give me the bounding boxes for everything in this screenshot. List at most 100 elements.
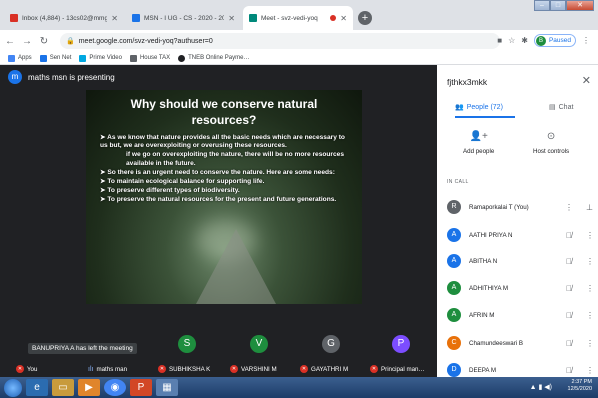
- media-player-icon[interactable]: ▶: [78, 379, 100, 396]
- bookmark-label: Prime Video: [89, 55, 122, 61]
- tab-gmail[interactable]: Inbox (4,884) - 13cs02@mmgm… ✕: [4, 6, 124, 30]
- network-icon[interactable]: ▲ ▮ ◀): [530, 384, 552, 391]
- browser-toolbar: ← → ↻ 🔒 meet.google.com/svz-vedi-yoq?aut…: [0, 30, 598, 52]
- ie-icon[interactable]: e: [26, 379, 48, 396]
- participant-name: GAYATHRI M: [311, 365, 349, 373]
- bookmark-sen-net[interactable]: Sen Net: [39, 54, 71, 62]
- file-explorer-icon[interactable]: ▭: [52, 379, 74, 396]
- participant-tile[interactable]: G: [322, 335, 340, 353]
- address-bar[interactable]: 🔒 meet.google.com/svz-vedi-yoq?authuser=…: [60, 33, 500, 49]
- close-icon[interactable]: ✕: [340, 14, 347, 23]
- meet-icon: [249, 14, 257, 22]
- menu-icon[interactable]: ⋮: [582, 36, 590, 45]
- name-label-you: ✕ You: [16, 365, 37, 373]
- bookmark-prime-video[interactable]: Prime Video: [79, 54, 122, 62]
- in-call-heading: IN CALL: [447, 179, 469, 185]
- extensions-icon[interactable]: ✱: [521, 36, 528, 45]
- mic-off-icon[interactable]: 🎙̸: [562, 366, 576, 375]
- window-close-button[interactable]: ✕: [566, 0, 594, 11]
- name-label-principal: ✕ Principal man…: [370, 365, 425, 373]
- forward-icon[interactable]: →: [20, 36, 34, 47]
- tab-chat[interactable]: ▤ Chat: [549, 103, 573, 112]
- tab-msn[interactable]: MSN - I UG - CS - 2020 - 2023 ✕: [126, 6, 241, 30]
- clock[interactable]: 2:37 PM 12/5/2020: [568, 379, 592, 393]
- mic-off-icon: ✕: [230, 365, 238, 373]
- back-icon[interactable]: ←: [3, 36, 17, 47]
- mic-off-icon[interactable]: ⋮: [562, 203, 576, 212]
- avatar: C: [447, 336, 461, 350]
- participant-name-bar: ✕ You ılı maths man ✕ SUBHIKSHA K ✕ VARS…: [0, 361, 437, 377]
- slide-bullet: ➤ To maintain ecological balance for sup…: [100, 178, 265, 186]
- mic-off-icon[interactable]: 🎙̸: [562, 231, 576, 240]
- mic-off-icon[interactable]: 🎙̸: [562, 311, 576, 320]
- participant-row[interactable]: D DEEPA M 🎙̸ ⋮: [447, 362, 594, 378]
- slide-background-road: [196, 229, 276, 304]
- more-options-icon[interactable]: ⋮: [586, 231, 594, 240]
- mic-off-icon: ✕: [16, 365, 24, 373]
- host-controls-button[interactable]: ⊙ Host controls: [533, 131, 569, 155]
- presenting-banner: m maths msn is presenting: [8, 70, 115, 84]
- tab-people[interactable]: 👥 People (72): [455, 103, 503, 112]
- presentation-slide: Why should we conserve natural resources…: [86, 90, 362, 304]
- start-button[interactable]: [4, 378, 22, 397]
- participant-name: VARSHINI M: [241, 365, 277, 373]
- reload-icon[interactable]: ↻: [37, 36, 51, 47]
- bookmark-house-tax[interactable]: House TAX: [129, 54, 170, 62]
- mic-off-icon[interactable]: 🎙̸: [562, 284, 576, 293]
- gmail-icon: [10, 14, 18, 22]
- more-options-icon[interactable]: ⋮: [586, 284, 594, 293]
- add-people-button[interactable]: 👤+ Add people: [463, 131, 494, 155]
- avatar: A: [447, 228, 461, 242]
- more-options-icon[interactable]: ⋮: [586, 339, 594, 348]
- participant-name: AFRIN M: [469, 311, 495, 319]
- participant-tile[interactable]: V: [250, 335, 268, 353]
- close-icon[interactable]: ✕: [111, 14, 118, 23]
- action-label: Host controls: [533, 148, 570, 155]
- avatar: R: [447, 200, 461, 214]
- presenting-text: maths msn is presenting: [28, 72, 115, 82]
- tab-label: People (72): [466, 103, 503, 111]
- participant-row[interactable]: R Ramaporkalai T (You) ⋮ ⊥: [447, 199, 593, 215]
- tab-title: MSN - I UG - CS - 2020 - 2023: [144, 14, 225, 22]
- browser-tab-strip: Inbox (4,884) - 13cs02@mmgm… ✕ MSN - I U…: [0, 0, 598, 30]
- participant-row[interactable]: A AATHI PRIYA N 🎙̸ ⋮: [447, 227, 594, 243]
- mic-off-icon[interactable]: 🎙̸: [562, 339, 576, 348]
- bookmark-tneb[interactable]: TNEB Online Payme…: [178, 54, 250, 62]
- participant-row[interactable]: A ABITHA N 🎙̸ ⋮: [447, 253, 594, 269]
- name-label-gayathri: ✕ GAYATHRI M: [300, 365, 348, 373]
- camera-icon[interactable]: ■: [497, 36, 502, 45]
- paint-icon[interactable]: ▦: [156, 379, 178, 396]
- more-options-icon[interactable]: ⋮: [586, 366, 594, 375]
- slide-body: ➤ As we know that nature provides all th…: [100, 134, 352, 206]
- chrome-icon[interactable]: ◉: [104, 379, 126, 396]
- minimize-button[interactable]: –: [534, 0, 550, 11]
- slide-bullet: ➤ To preserve the natural resources for …: [100, 196, 337, 204]
- close-icon[interactable]: ✕: [582, 74, 591, 87]
- star-icon[interactable]: ☆: [508, 36, 515, 45]
- participant-tile[interactable]: P: [392, 335, 410, 353]
- new-tab-button[interactable]: +: [358, 11, 372, 25]
- participant-row[interactable]: A ADHITHIYA M 🎙̸ ⋮: [447, 280, 594, 296]
- maximize-button[interactable]: □: [550, 0, 566, 11]
- windows-taskbar: e ▭ ▶ ◉ P ▦ ▲ ▮ ◀) 2:37 PM 12/5/2020: [0, 377, 598, 398]
- avatar: A: [447, 308, 461, 322]
- prime-video-icon: [79, 54, 87, 62]
- host-controls-icon: ⊙: [546, 131, 556, 142]
- more-options-icon[interactable]: ⋮: [586, 311, 594, 320]
- pin-icon[interactable]: ⊥: [586, 203, 593, 212]
- mic-off-icon[interactable]: 🎙̸: [562, 257, 576, 266]
- close-icon[interactable]: ✕: [228, 14, 235, 23]
- participant-name: ABITHA N: [469, 257, 498, 265]
- more-options-icon[interactable]: ⋮: [586, 257, 594, 266]
- participant-row[interactable]: A AFRIN M 🎙̸ ⋮: [447, 307, 594, 323]
- tab-meet[interactable]: Meet - svz-vedi-yoq ✕: [243, 6, 353, 30]
- participant-row[interactable]: C Chamundeeswari B 🎙̸ ⋮: [447, 335, 594, 351]
- powerpoint-icon[interactable]: P: [130, 379, 152, 396]
- bookmark-label: TNEB Online Payme…: [188, 55, 250, 61]
- bookmark-apps[interactable]: Apps: [8, 54, 32, 62]
- participant-name: ADHITHIYA M: [469, 284, 509, 292]
- profile-button[interactable]: B Paused: [533, 34, 576, 47]
- speaking-icon: ılı: [88, 365, 94, 373]
- clock-time: 2:37 PM: [571, 379, 592, 385]
- participant-tile[interactable]: S: [178, 335, 196, 353]
